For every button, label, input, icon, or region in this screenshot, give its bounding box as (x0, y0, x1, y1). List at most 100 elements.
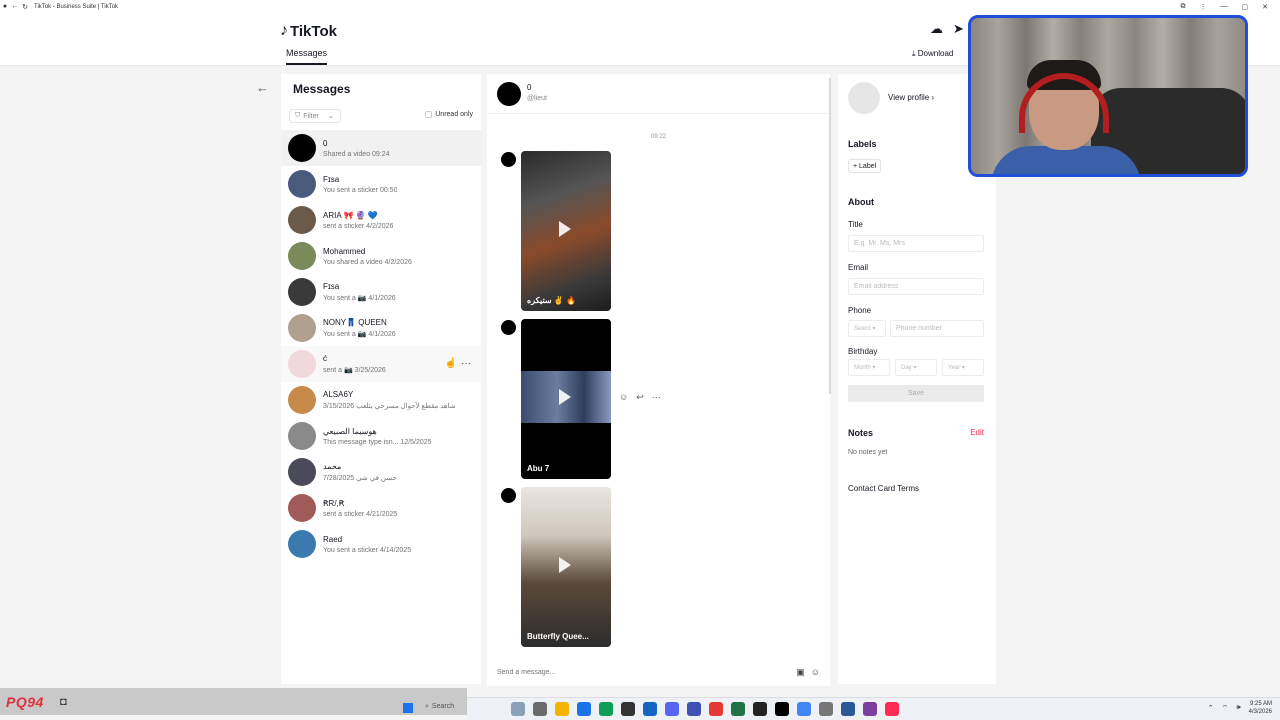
sender-avatar[interactable] (501, 152, 516, 167)
maximize-icon[interactable]: ▢ (1242, 3, 1249, 11)
taskbar-app-icon[interactable] (885, 702, 899, 716)
reload-icon[interactable]: ↻ (20, 3, 30, 11)
reply-icon[interactable]: ↩ (636, 392, 644, 403)
conversation-preview: sent a sticker 4/2/2026 (323, 222, 394, 230)
taskbar-app-icon[interactable] (643, 702, 657, 716)
edit-notes-link[interactable]: Edit (970, 428, 984, 437)
filter-icon: ⛉ (295, 112, 301, 119)
phone-input[interactable] (890, 320, 984, 337)
chevron-up-icon[interactable]: ⌃ (1208, 704, 1214, 712)
tiktok-note-icon: ♪ (280, 22, 288, 39)
unread-checkbox[interactable] (425, 111, 433, 118)
taskbar-app-icon[interactable] (621, 702, 635, 716)
shared-video[interactable]: ستيكره ✌️ 🔥 (521, 151, 611, 311)
chat-scrollbar[interactable] (829, 78, 831, 394)
download-button[interactable]: ⤓ Download (912, 49, 953, 59)
taskbar-search[interactable]: ⌕ Search (425, 703, 454, 711)
day-select[interactable]: Day ▾ (895, 359, 937, 376)
image-upload-icon[interactable]: ▣ (796, 667, 805, 678)
conversation-name: Mohammed (323, 246, 366, 256)
message-input[interactable] (497, 668, 767, 676)
conversation-item[interactable]: Mohammed You shared a video 4/2/2026 (281, 238, 481, 274)
conversation-text: محمد حسن في شي 7/28/2025 (323, 462, 397, 482)
year-select[interactable]: Year ▾ (942, 359, 984, 376)
conversation-avatar (288, 422, 316, 450)
labels-title: Labels (848, 139, 877, 149)
chat-avatar[interactable] (497, 82, 521, 106)
cloud-upload-icon[interactable]: ☁ (930, 21, 943, 37)
conversation-preview: sent a 📷 3/25/2026 (323, 367, 386, 374)
email-input[interactable] (848, 278, 984, 295)
close-icon[interactable]: ✕ (1262, 3, 1268, 11)
taskbar-app-icon[interactable] (753, 702, 767, 716)
more-options-icon[interactable]: ··· (652, 392, 661, 403)
conversation-item[interactable]: ALSA6Y شاهد مقطع لأحوال مسرحي بتلعب 3/15/… (281, 382, 481, 418)
volume-icon[interactable]: 🕪 (1236, 704, 1240, 712)
filter-dropdown[interactable]: ⛉ Filter ⌄ (289, 109, 341, 123)
taskbar-app-icon[interactable] (709, 702, 723, 716)
taskbar-app-icon[interactable] (511, 702, 525, 716)
month-select[interactable]: Month ▾ (848, 359, 890, 376)
conversation-name: Fɪsa (323, 174, 340, 184)
taskbar-clock[interactable]: 9:25 AM 4/3/2026 (1249, 700, 1272, 716)
windows-start-icon[interactable] (403, 703, 413, 713)
chat-name[interactable]: 0 (527, 83, 531, 92)
kebab-menu-icon[interactable]: ⋮ (1200, 3, 1207, 11)
taskbar-app-icon[interactable] (797, 702, 811, 716)
taskbar-app-icon[interactable] (599, 702, 613, 716)
taskbar-app-icon[interactable] (665, 702, 679, 716)
taskbar-app-icon[interactable] (775, 702, 789, 716)
taskbar-app-icon[interactable] (555, 702, 569, 716)
conversation-avatar (288, 350, 316, 378)
conversation-item[interactable]: ć sent a 📷 3/25/2026 ☝ ··· (281, 346, 481, 382)
taskbar-app-icon[interactable] (533, 702, 547, 716)
conversation-item[interactable]: ꞦR/,Ꞧ sent a sticker 4/21/2025 (281, 490, 481, 526)
taskbar-app-icon[interactable] (819, 702, 833, 716)
video-caption: Butterfly Quee... (527, 632, 589, 641)
conversation-item[interactable]: NONY👖 QUEEN You sent a 📷 4/1/2026 (281, 310, 481, 346)
emoji-icon[interactable]: ☺ (811, 667, 820, 678)
conversation-item[interactable]: 0 Shared a video 09:24 (281, 130, 481, 166)
conversation-item[interactable]: Fɪsa You sent a 📷 4/1/2026 (281, 274, 481, 310)
taskbar-app-icon[interactable] (731, 702, 745, 716)
shared-video[interactable]: Abu 7 (521, 319, 611, 479)
send-icon[interactable]: ➤ (953, 21, 964, 37)
message-actions: ☺ ↩ ··· (619, 392, 661, 403)
sender-avatar[interactable] (501, 488, 516, 503)
browser-titlebar: ● ← ↻ TikTok - Business Suite | TikTok ⧉… (0, 0, 1280, 13)
sender-avatar[interactable] (501, 320, 516, 335)
contact-avatar[interactable] (848, 82, 880, 114)
conversation-item[interactable]: ARIA 🎀 🔮 💙 sent a sticker 4/2/2026 (281, 202, 481, 238)
back-icon[interactable]: ← (10, 3, 20, 10)
minimize-icon[interactable]: — (1221, 3, 1228, 11)
conversation-more-icon[interactable]: ··· (461, 358, 471, 369)
title-input[interactable] (848, 235, 984, 252)
shared-video[interactable]: Butterfly Quee... (521, 487, 611, 647)
conversation-item[interactable]: محمد حسن في شي 7/28/2025 (281, 454, 481, 490)
unread-only-toggle[interactable]: Unread only (425, 111, 473, 118)
country-code-select[interactable]: Select ▾ (848, 320, 886, 337)
tiktok-logo[interactable]: ♪ TikTok (280, 22, 337, 40)
conversation-name: Raed (323, 534, 343, 544)
conversation-item[interactable]: Fɪsa You sent a sticker 00:50 (281, 166, 481, 202)
taskbar-app-icon[interactable] (863, 702, 877, 716)
add-label-button[interactable]: + Label (848, 159, 882, 173)
conversation-item[interactable]: Raed You sent a sticker 4/14/2025 (281, 526, 481, 562)
conversation-item[interactable]: هوسيما الصبيعي This message type isn... 1… (281, 418, 481, 454)
emoji-reaction-icon[interactable]: ☺ (619, 392, 628, 403)
back-arrow-icon[interactable]: ← (256, 80, 269, 95)
browser-menu-icon[interactable]: ● (0, 3, 10, 10)
taskbar-app-icon[interactable] (841, 702, 855, 716)
save-button[interactable]: Save (848, 385, 984, 402)
conversation-text: 0 Shared a video 09:24 (323, 139, 390, 158)
contact-card-terms-link[interactable]: Contact Card Terms (848, 484, 919, 493)
conversation-avatar (288, 314, 316, 342)
conversation-text: Raed You sent a sticker 4/14/2025 (323, 535, 411, 554)
conversation-avatar (288, 530, 316, 558)
network-icon[interactable]: ⌔ (1222, 704, 1229, 713)
nav-tab-messages[interactable]: Messages (286, 48, 328, 65)
taskbar-app-icon[interactable] (577, 702, 591, 716)
extensions-icon[interactable]: ⧉ (1181, 3, 1186, 11)
taskbar-app-icon[interactable] (687, 702, 701, 716)
view-profile-link[interactable]: View profile › (888, 93, 934, 102)
